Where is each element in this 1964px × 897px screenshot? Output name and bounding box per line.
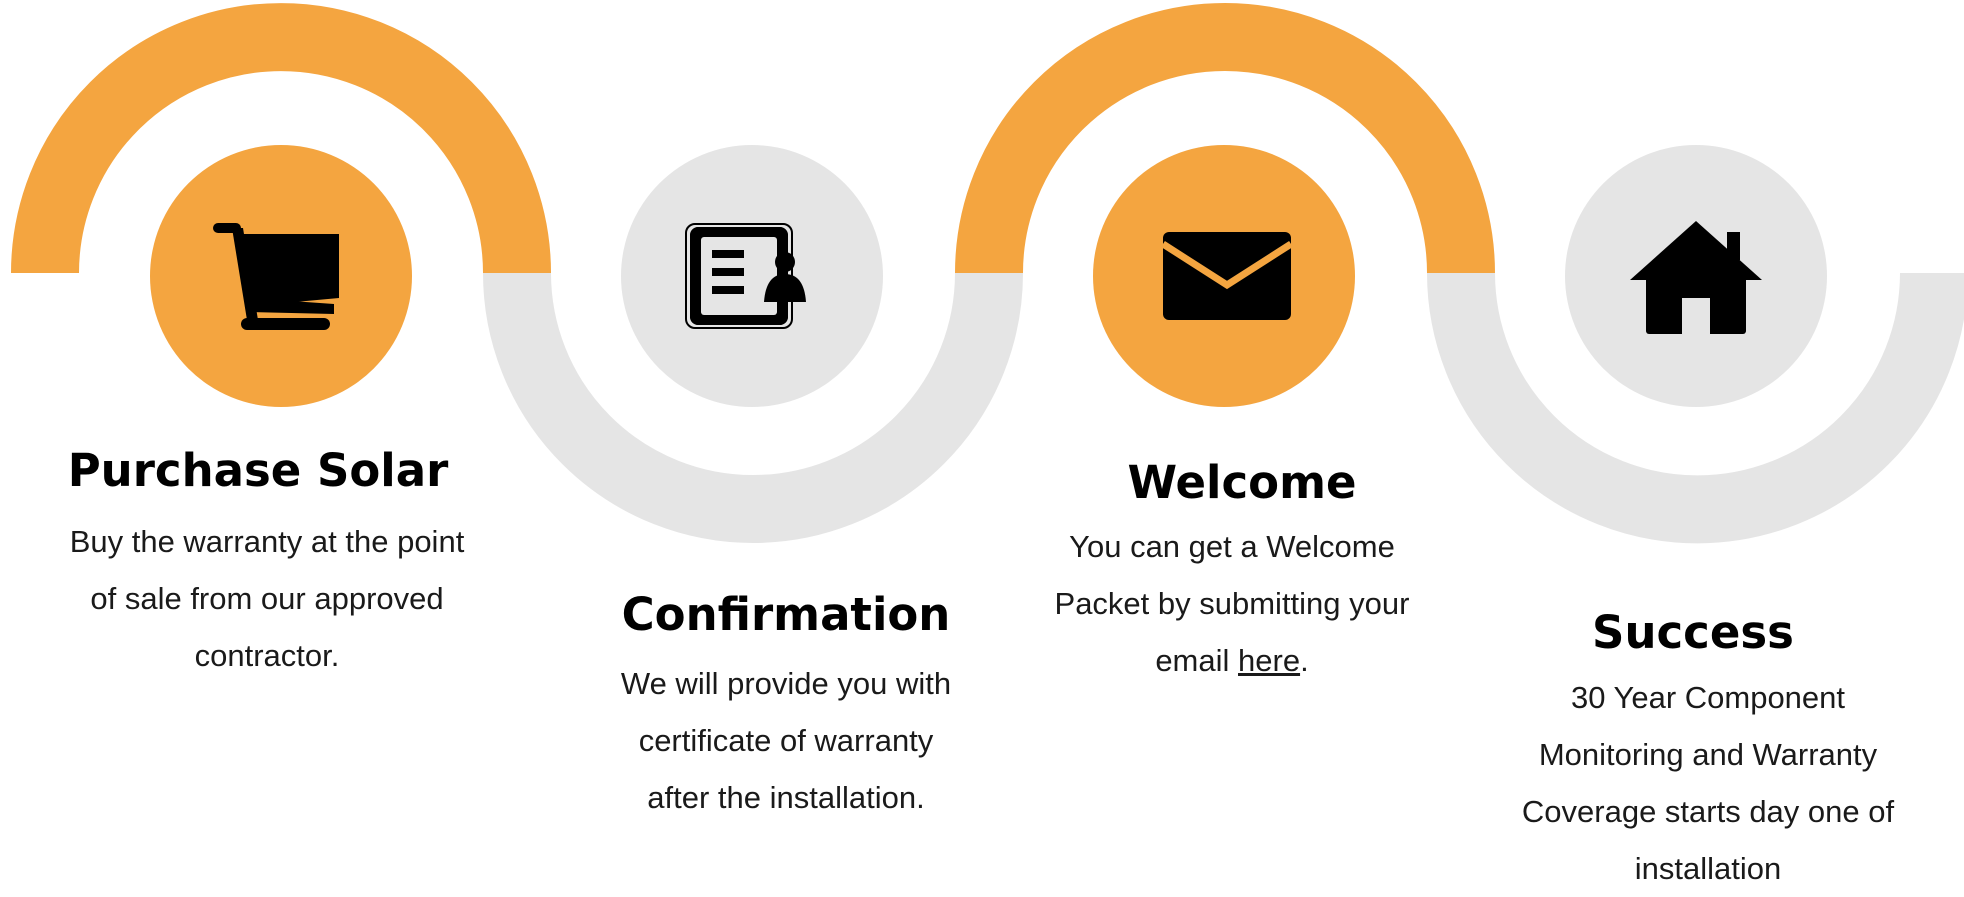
step-1-badge: [150, 145, 412, 407]
email-here-link[interactable]: here: [1238, 643, 1300, 678]
step-3-description-suffix: .: [1300, 643, 1309, 678]
step-2-title: Confirmation: [621, 588, 951, 641]
step-4-description-line: Coverage starts day one of: [1521, 794, 1895, 829]
step-4-badge: [1565, 145, 1827, 407]
id-card-icon: [685, 223, 806, 329]
step-2-description-line: certificate of warranty: [638, 723, 934, 758]
step-2-description-line: after the installation.: [647, 780, 925, 815]
step-3-description-last-line: email here.: [1012, 632, 1452, 689]
step-1-description-line: Buy the warranty at the point: [69, 524, 465, 559]
step-3-title: Welcome: [1127, 456, 1357, 509]
step-3-description-prefix: email: [1155, 643, 1239, 678]
step-2-description: We will provide you with certificate of …: [566, 655, 1006, 826]
step-1-description: Buy the warranty at the point of sale fr…: [37, 513, 497, 684]
step-3-description-line: Packet by submitting your: [1054, 586, 1410, 621]
step-2-description-line: We will provide you with: [620, 666, 952, 701]
step-4-description: 30 Year Component Monitoring and Warrant…: [1483, 669, 1933, 897]
step-1-description-line: of sale from our approved: [90, 581, 444, 616]
step-3-badge: [1093, 145, 1355, 407]
envelope-icon: [1161, 232, 1293, 320]
step-4-description-line: 30 Year Component: [1570, 680, 1846, 715]
step-1-title: Purchase Solar: [67, 444, 449, 497]
step-2-badge: [621, 145, 883, 407]
step-4-title: Success: [1592, 606, 1794, 659]
step-3-description-line: You can get a Welcome: [1069, 529, 1395, 564]
step-1-description-line: contractor.: [194, 638, 340, 673]
step-3-description: You can get a Welcome Packet by submitti…: [1012, 518, 1452, 689]
step-4-description-line: Monitoring and Warranty: [1538, 737, 1878, 772]
step-4-description-line: installation: [1634, 851, 1782, 886]
